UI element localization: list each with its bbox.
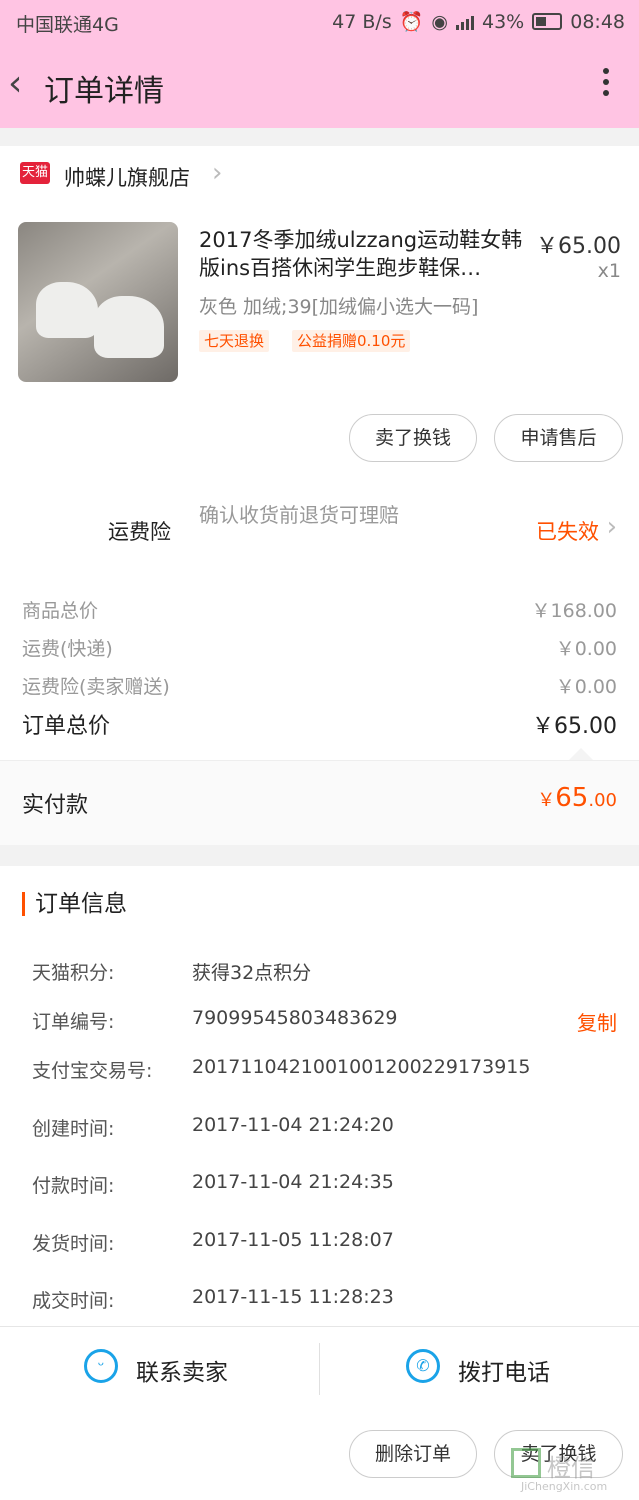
order-info-title: 订单信息: [22, 892, 127, 916]
eye-icon: ◉: [431, 10, 448, 33]
battery-percent: 43%: [482, 10, 525, 33]
total-value: ￥65.00: [532, 714, 617, 739]
info-row-shipped: 发货时间: 2017-11-05 11:28:07: [32, 1229, 394, 1255]
price-row: 运费(快递) ￥0.00: [22, 634, 617, 661]
after-sale-button[interactable]: 申请售后: [494, 414, 623, 462]
info-row-created: 创建时间: 2017-11-04 21:24:20: [32, 1114, 394, 1140]
delete-order-button[interactable]: 删除订单: [349, 1430, 477, 1478]
total-label: 订单总价: [22, 714, 111, 739]
insurance-desc: 确认收货前退货可理赔: [199, 503, 399, 527]
signal-icon: [456, 14, 474, 30]
insurance-status: 已失效: [536, 520, 599, 544]
call-label: 拨打电话: [458, 1360, 550, 1386]
order-info: 订单信息 天猫积分: 获得32点积分 订单编号: 79099545803483629…: [0, 866, 639, 1326]
call-button[interactable]: ✆ 拨打电话: [320, 1327, 639, 1411]
chevron-right-icon: ›: [606, 512, 617, 542]
info-row-order-no: 订单编号: 79099545803483629: [32, 1007, 398, 1033]
product-card: 2017冬季加绒ulzzang运动鞋女韩版ins百搭休闲学生跑步鞋保… ￥65.…: [0, 206, 639, 486]
price-row: 运费险(卖家赠送) ￥0.00: [22, 672, 617, 699]
tmall-icon: 天猫: [20, 162, 50, 184]
contact-bar: ᵕ 联系卖家 ✆ 拨打电话: [0, 1326, 639, 1411]
status-right: 47 B/s ⏰ ◉ 43% 08:48: [332, 10, 625, 34]
price-value: ￥0.00: [555, 638, 617, 660]
tag-charity: 公益捐赠0.10元: [292, 330, 411, 352]
price-value: ￥0.00: [555, 676, 617, 698]
carrier-label: 中国联通4G: [16, 14, 119, 36]
back-arrow-icon[interactable]: ‹: [8, 64, 38, 104]
shipping-insurance-row[interactable]: 运费险 确认收货前退货可理赔 已失效 ›: [0, 486, 639, 566]
alarm-icon: ⏰: [399, 11, 424, 33]
battery-icon: [532, 13, 563, 30]
price-label: 运费(快递): [22, 638, 113, 660]
sell-button[interactable]: 卖了换钱: [349, 414, 477, 462]
copy-button[interactable]: 复制: [577, 1007, 617, 1036]
phone-icon: ✆: [406, 1349, 440, 1383]
watermark-logo: 橙信 JiChengXin.com: [511, 1448, 631, 1494]
price-value: ￥168.00: [531, 600, 617, 622]
caret-up-icon: [569, 748, 593, 760]
product-name[interactable]: 2017冬季加绒ulzzang运动鞋女韩版ins百搭休闲学生跑步鞋保…: [199, 226, 527, 282]
chat-face-icon: ᵕ: [84, 1349, 118, 1383]
clock: 08:48: [570, 10, 625, 33]
order-total-row: 订单总价 ￥65.00: [22, 708, 617, 740]
info-row-alipay: 支付宝交易号: 2017110421001001200229173915: [32, 1056, 531, 1082]
paid-amount: ￥65.00: [537, 783, 617, 813]
more-vertical-icon[interactable]: [601, 64, 611, 104]
info-row-paid: 付款时间: 2017-11-04 21:24:35: [32, 1171, 394, 1197]
price-label: 商品总价: [22, 600, 99, 622]
info-row-points: 天猫积分: 获得32点积分: [32, 962, 312, 984]
chevron-right-icon: ›: [212, 158, 223, 188]
price-row: 商品总价 ￥168.00: [22, 596, 617, 623]
shop-name[interactable]: 帅蝶儿旗舰店: [64, 162, 190, 192]
contact-seller-button[interactable]: ᵕ 联系卖家: [0, 1327, 319, 1411]
product-sku: 灰色 加绒;39[加绒偏小选大一码]: [199, 296, 479, 318]
status-bar: 中国联通4G 47 B/s ⏰ ◉ 43% 08:48: [0, 0, 639, 44]
product-image[interactable]: [18, 222, 178, 382]
paid-row: 实付款 ￥65.00: [0, 760, 639, 845]
contact-seller-label: 联系卖家: [136, 1360, 228, 1386]
tag-return: 七天退换: [199, 330, 270, 352]
product-price: ￥65.00: [536, 234, 621, 259]
network-speed: 47 B/s: [332, 10, 392, 33]
top-bar: 中国联通4G 47 B/s ⏰ ◉ 43% 08:48 ‹ 订单详情: [0, 0, 639, 128]
paid-label: 实付款: [22, 793, 89, 818]
page-title: 订单详情: [44, 74, 164, 109]
info-row-completed: 成交时间: 2017-11-15 11:28:23: [32, 1286, 394, 1312]
product-qty: x1: [597, 260, 621, 282]
price-breakdown: 商品总价 ￥168.00 运费(快递) ￥0.00 运费险(卖家赠送) ￥0.0…: [0, 566, 639, 760]
insurance-label: 运费险: [108, 520, 171, 544]
nav-bar: ‹ 订单详情: [0, 50, 639, 120]
price-label: 运费险(卖家赠送): [22, 676, 170, 698]
shop-row[interactable]: 天猫 帅蝶儿旗舰店 ›: [0, 146, 639, 206]
